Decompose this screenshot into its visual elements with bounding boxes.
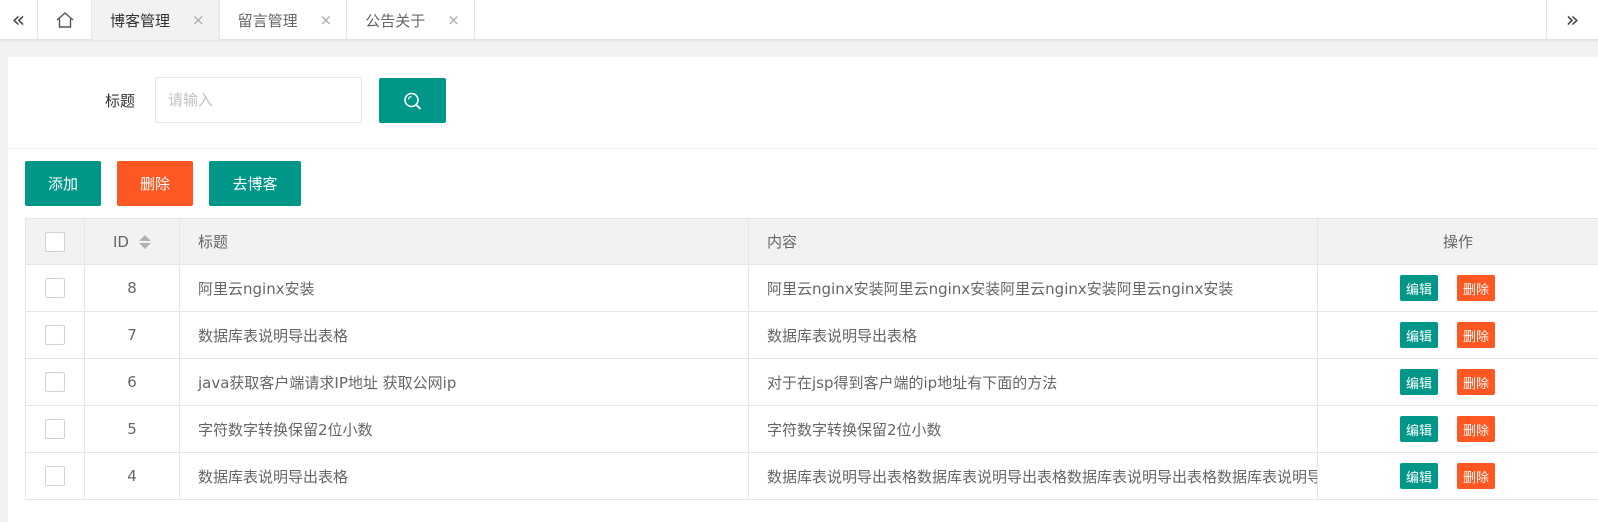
tab-label: 博客管理 <box>110 11 171 30</box>
tab-label: 公告关于 <box>365 11 426 30</box>
row-checkbox[interactable] <box>45 372 65 392</box>
home-icon <box>56 12 73 28</box>
row-delete-button[interactable]: 删除 <box>1457 275 1496 301</box>
blog-table: ID 标题 内容 操作 8 阿里云nginx安装 阿里云nginx安装阿里云ng… <box>25 218 1598 500</box>
row-delete-button[interactable]: 删除 <box>1457 416 1496 442</box>
tab-blog-management[interactable]: 博客管理 × <box>92 0 220 40</box>
cell-actions: 编辑 删除 <box>1317 452 1598 500</box>
cell-content: 字符数字转换保留2位小数 <box>748 405 1318 453</box>
cell-title: java获取客户端请求IP地址 获取公网ip <box>179 358 749 406</box>
column-header-label: ID <box>113 232 129 251</box>
sort-icon[interactable] <box>138 234 151 250</box>
row-checkbox[interactable] <box>45 278 65 298</box>
search-label: 标题 <box>105 92 136 110</box>
row-delete-button[interactable]: 删除 <box>1457 322 1496 348</box>
column-header-title: 标题 <box>179 218 749 265</box>
tab-label: 留言管理 <box>237 11 298 30</box>
close-icon[interactable]: × <box>320 12 333 28</box>
cell-id: 8 <box>84 264 180 312</box>
cell-actions: 编辑 删除 <box>1317 358 1598 406</box>
row-checkbox-cell <box>25 405 85 453</box>
cell-content: 数据库表说明导出表格 <box>748 311 1318 359</box>
close-icon[interactable]: × <box>447 12 460 28</box>
cell-actions: 编辑 删除 <box>1317 405 1598 453</box>
tab-list: 博客管理 × 留言管理 × 公告关于 × <box>38 0 475 40</box>
column-header-id[interactable]: ID <box>84 218 180 265</box>
scroll-right-icon[interactable]: » <box>1546 0 1598 40</box>
column-header-content: 内容 <box>748 218 1318 265</box>
row-checkbox-cell <box>25 311 85 359</box>
table-row: 8 阿里云nginx安装 阿里云nginx安装阿里云nginx安装阿里云ngin… <box>25 264 1598 312</box>
go-blog-button[interactable]: 去博客 <box>209 161 301 206</box>
cell-content: 对于在jsp得到客户端的ip地址有下面的方法 <box>748 358 1318 406</box>
row-checkbox-cell <box>25 358 85 406</box>
row-checkbox-cell <box>25 264 85 312</box>
edit-button[interactable]: 编辑 <box>1400 416 1439 442</box>
cell-actions: 编辑 删除 <box>1317 311 1598 359</box>
row-checkbox[interactable] <box>45 466 65 486</box>
row-checkbox-cell <box>25 452 85 500</box>
cell-title: 阿里云nginx安装 <box>179 264 749 312</box>
search-icon <box>403 92 421 110</box>
cell-id: 5 <box>84 405 180 453</box>
cell-title: 字符数字转换保留2位小数 <box>179 405 749 453</box>
edit-button[interactable]: 编辑 <box>1400 322 1439 348</box>
cell-content: 阿里云nginx安装阿里云nginx安装阿里云nginx安装阿里云nginx安装 <box>748 264 1318 312</box>
delete-button[interactable]: 删除 <box>117 161 193 206</box>
cell-id: 7 <box>84 311 180 359</box>
table-row: 7 数据库表说明导出表格 数据库表说明导出表格 编辑 删除 <box>25 311 1598 359</box>
cell-actions: 编辑 删除 <box>1317 264 1598 312</box>
table-row: 4 数据库表说明导出表格 数据库表说明导出表格数据库表说明导出表格数据库表说明导… <box>25 452 1598 500</box>
add-button[interactable]: 添加 <box>25 161 101 206</box>
search-row: 标题 <box>8 57 1598 149</box>
table-row: 5 字符数字转换保留2位小数 字符数字转换保留2位小数 编辑 删除 <box>25 405 1598 453</box>
cell-id: 6 <box>84 358 180 406</box>
table-header-row: ID 标题 内容 操作 <box>25 218 1598 265</box>
column-header-actions: 操作 <box>1317 218 1598 265</box>
tab-announcement-about[interactable]: 公告关于 × <box>347 0 475 40</box>
tab-bar: « 博客管理 × 留言管理 × 公告关于 × » <box>0 0 1598 40</box>
select-all-checkbox[interactable] <box>45 231 65 252</box>
header-checkbox-cell <box>25 218 85 265</box>
table-row: 6 java获取客户端请求IP地址 获取公网ip 对于在jsp得到客户端的ip地… <box>25 358 1598 406</box>
cell-title: 数据库表说明导出表格 <box>179 452 749 500</box>
tab-message-management[interactable]: 留言管理 × <box>220 0 348 40</box>
row-checkbox[interactable] <box>45 325 65 345</box>
edit-button[interactable]: 编辑 <box>1400 369 1439 395</box>
row-checkbox[interactable] <box>45 419 65 439</box>
cell-title: 数据库表说明导出表格 <box>179 311 749 359</box>
edit-button[interactable]: 编辑 <box>1400 275 1439 301</box>
search-button[interactable] <box>379 78 446 123</box>
cell-content: 数据库表说明导出表格数据库表说明导出表格数据库表说明导出表格数据库表说明导出表格 <box>748 452 1318 500</box>
search-input[interactable] <box>155 77 362 123</box>
row-delete-button[interactable]: 删除 <box>1457 463 1496 489</box>
scroll-left-icon[interactable]: « <box>0 0 38 40</box>
close-icon[interactable]: × <box>192 12 205 28</box>
cell-id: 4 <box>84 452 180 500</box>
edit-button[interactable]: 编辑 <box>1400 463 1439 489</box>
tab-home[interactable] <box>38 0 92 40</box>
main-card: 标题 添加 删除 去博客 ID <box>8 57 1598 522</box>
row-delete-button[interactable]: 删除 <box>1457 369 1496 395</box>
